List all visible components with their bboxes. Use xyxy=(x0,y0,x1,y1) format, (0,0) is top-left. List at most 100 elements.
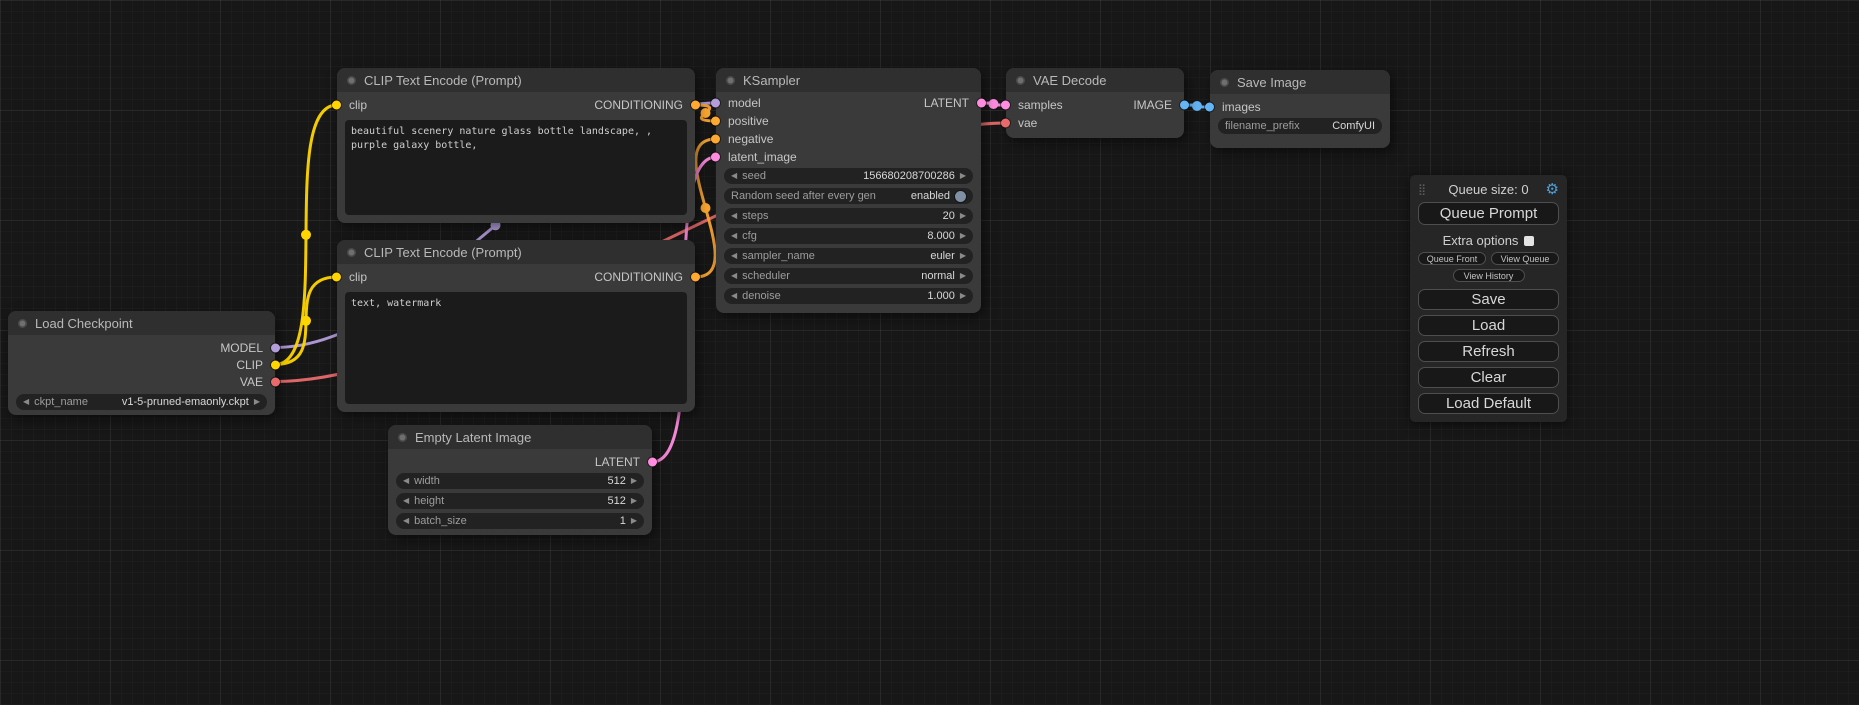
height-widget[interactable]: ◀ height 512 ▶ xyxy=(396,493,644,509)
decrement-arrow-icon[interactable]: ◀ xyxy=(731,252,737,260)
widget-value: enabled xyxy=(911,190,950,202)
slot-row-samples-image: samples IMAGE xyxy=(1006,96,1184,114)
widget-value: ComfyUI xyxy=(1332,120,1375,132)
load-button[interactable]: Load xyxy=(1418,315,1559,336)
latent-output-socket[interactable] xyxy=(648,458,657,467)
decrement-arrow-icon[interactable]: ◀ xyxy=(731,172,737,180)
increment-arrow-icon[interactable]: ▶ xyxy=(960,212,966,220)
node-status-dot xyxy=(347,76,356,85)
drag-handle-icon[interactable]: ⣿ xyxy=(1418,183,1426,196)
decrement-arrow-icon[interactable]: ◀ xyxy=(731,292,737,300)
node-graph-canvas[interactable]: Load Checkpoint MODEL CLIP VAE ◀ ckpt_na… xyxy=(0,0,1859,705)
decrement-arrow-icon[interactable]: ◀ xyxy=(403,517,409,525)
samples-input-socket[interactable] xyxy=(1001,101,1010,110)
image-output-label: IMAGE xyxy=(1133,98,1172,112)
node-title-bar[interactable]: Load Checkpoint xyxy=(8,311,275,335)
increment-arrow-icon[interactable]: ▶ xyxy=(960,292,966,300)
load-default-button[interactable]: Load Default xyxy=(1418,393,1559,414)
widget-label: Random seed after every gen xyxy=(731,190,876,202)
clip-input-socket[interactable] xyxy=(332,273,341,282)
view-queue-button[interactable]: View Queue xyxy=(1491,252,1559,265)
settings-gear-icon[interactable]: ⚙ xyxy=(1546,182,1559,197)
node-save-image[interactable]: Save Image images filename_prefix ComfyU… xyxy=(1210,70,1390,148)
wire-midpoint-dot xyxy=(1192,101,1202,111)
refresh-button[interactable]: Refresh xyxy=(1418,341,1559,362)
queue-front-button[interactable]: Queue Front xyxy=(1418,252,1486,265)
ckpt-name-widget[interactable]: ◀ ckpt_name v1-5-pruned-emaonly.ckpt ▶ xyxy=(16,394,267,410)
batch-size-widget[interactable]: ◀ batch_size 1 ▶ xyxy=(396,513,644,529)
output-row-clip: CLIP xyxy=(8,356,275,373)
node-ksampler[interactable]: KSampler model LATENT positive negative … xyxy=(716,68,981,313)
scheduler-widget[interactable]: ◀ scheduler normal ▶ xyxy=(724,268,973,284)
slot-row-clip-conditioning: clip CONDITIONING xyxy=(337,96,695,114)
steps-widget[interactable]: ◀ steps 20 ▶ xyxy=(724,208,973,224)
toggle-knob[interactable] xyxy=(955,191,966,202)
node-clip-text-encode-negative[interactable]: CLIP Text Encode (Prompt) clip CONDITION… xyxy=(337,240,695,412)
node-load-checkpoint[interactable]: Load Checkpoint MODEL CLIP VAE ◀ ckpt_na… xyxy=(8,311,275,415)
view-history-button[interactable]: View History xyxy=(1453,269,1525,282)
positive-input-label: positive xyxy=(728,114,769,128)
denoise-widget[interactable]: ◀ denoise 1.000 ▶ xyxy=(724,288,973,304)
node-title-bar[interactable]: Empty Latent Image xyxy=(388,425,652,449)
increment-arrow-icon[interactable]: ▶ xyxy=(960,272,966,280)
latent-output-socket[interactable] xyxy=(977,99,986,108)
decrement-arrow-icon[interactable]: ◀ xyxy=(403,477,409,485)
vae-input-socket[interactable] xyxy=(1001,119,1010,128)
conditioning-output-socket[interactable] xyxy=(691,101,700,110)
width-widget[interactable]: ◀ width 512 ▶ xyxy=(396,473,644,489)
latent-output-label: LATENT xyxy=(595,455,640,469)
node-title-bar[interactable]: KSampler xyxy=(716,68,981,92)
increment-arrow-icon[interactable]: ▶ xyxy=(960,252,966,260)
image-output-socket[interactable] xyxy=(1180,101,1189,110)
node-status-dot xyxy=(1220,78,1229,87)
positive-prompt-textarea[interactable]: beautiful scenery nature glass bottle la… xyxy=(345,120,687,215)
node-empty-latent-image[interactable]: Empty Latent Image LATENT ◀ width 512 ▶ … xyxy=(388,425,652,535)
negative-prompt-textarea[interactable]: text, watermark xyxy=(345,292,687,404)
sampler-name-widget[interactable]: ◀ sampler_name euler ▶ xyxy=(724,248,973,264)
node-title: VAE Decode xyxy=(1033,73,1106,88)
increment-arrow-icon[interactable]: ▶ xyxy=(254,398,260,406)
queue-prompt-button[interactable]: Queue Prompt xyxy=(1418,202,1559,225)
extra-options-checkbox[interactable] xyxy=(1524,236,1534,246)
model-output-socket[interactable] xyxy=(271,343,280,352)
images-input-socket[interactable] xyxy=(1205,103,1214,112)
filename-prefix-widget[interactable]: filename_prefix ComfyUI xyxy=(1218,118,1382,134)
node-title-bar[interactable]: CLIP Text Encode (Prompt) xyxy=(337,240,695,264)
node-title-bar[interactable]: Save Image xyxy=(1210,70,1390,94)
clear-button[interactable]: Clear xyxy=(1418,367,1559,388)
increment-arrow-icon[interactable]: ▶ xyxy=(631,517,637,525)
increment-arrow-icon[interactable]: ▶ xyxy=(631,477,637,485)
queue-panel-header: ⣿ Queue size: 0 ⚙ xyxy=(1418,180,1559,198)
slot-row-images: images xyxy=(1210,98,1390,116)
vae-input-label: vae xyxy=(1018,116,1037,130)
conditioning-output-label: CONDITIONING xyxy=(594,270,683,284)
random-seed-toggle[interactable]: Random seed after every gen enabled xyxy=(724,188,973,204)
conditioning-output-socket[interactable] xyxy=(691,273,700,282)
increment-arrow-icon[interactable]: ▶ xyxy=(631,497,637,505)
negative-input-socket[interactable] xyxy=(711,135,720,144)
samples-input-label: samples xyxy=(1018,98,1063,112)
node-title-bar[interactable]: CLIP Text Encode (Prompt) xyxy=(337,68,695,92)
save-button[interactable]: Save xyxy=(1418,289,1559,310)
increment-arrow-icon[interactable]: ▶ xyxy=(960,232,966,240)
node-clip-text-encode-positive[interactable]: CLIP Text Encode (Prompt) clip CONDITION… xyxy=(337,68,695,223)
cfg-widget[interactable]: ◀ cfg 8.000 ▶ xyxy=(724,228,973,244)
node-title-bar[interactable]: VAE Decode xyxy=(1006,68,1184,92)
node-vae-decode[interactable]: VAE Decode samples IMAGE vae xyxy=(1006,68,1184,138)
decrement-arrow-icon[interactable]: ◀ xyxy=(403,497,409,505)
positive-input-socket[interactable] xyxy=(711,117,720,126)
model-input-socket[interactable] xyxy=(711,99,720,108)
seed-widget[interactable]: ◀ seed 156680208700286 ▶ xyxy=(724,168,973,184)
clip-output-socket[interactable] xyxy=(271,360,280,369)
latent-image-input-socket[interactable] xyxy=(711,153,720,162)
increment-arrow-icon[interactable]: ▶ xyxy=(960,172,966,180)
decrement-arrow-icon[interactable]: ◀ xyxy=(23,398,29,406)
widget-value: v1-5-pruned-emaonly.ckpt xyxy=(122,396,249,408)
decrement-arrow-icon[interactable]: ◀ xyxy=(731,272,737,280)
decrement-arrow-icon[interactable]: ◀ xyxy=(731,212,737,220)
vae-output-socket[interactable] xyxy=(271,377,280,386)
decrement-arrow-icon[interactable]: ◀ xyxy=(731,232,737,240)
queue-size-label: Queue size: 0 xyxy=(1418,182,1559,197)
latent-image-input-label: latent_image xyxy=(728,150,797,164)
clip-input-socket[interactable] xyxy=(332,101,341,110)
